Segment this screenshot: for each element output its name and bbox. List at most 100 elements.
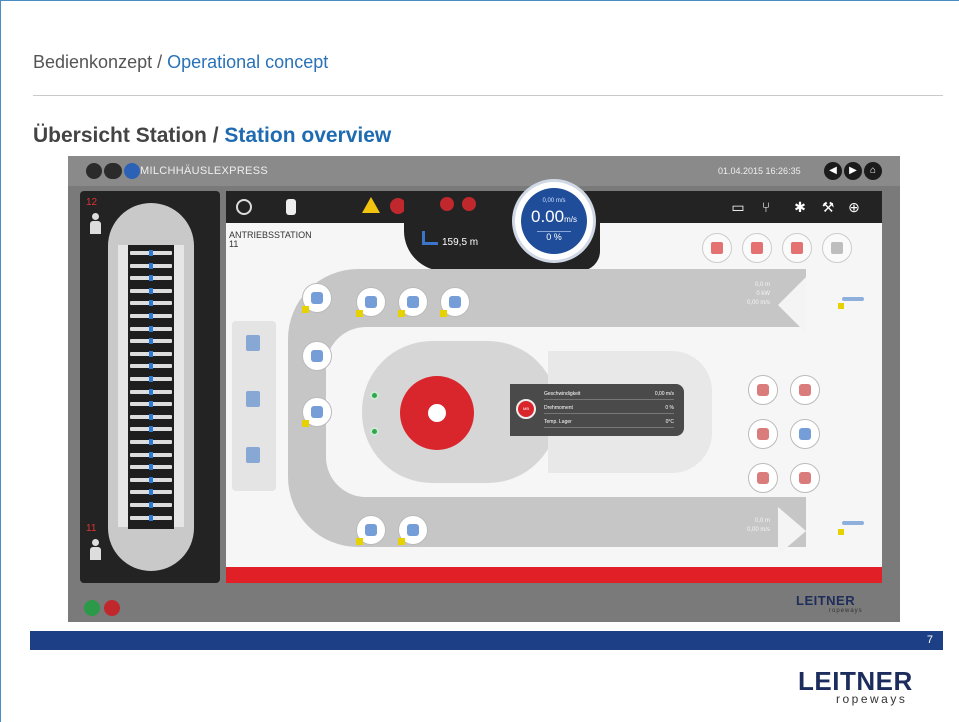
page-title: Übersicht Station / Station overview — [33, 124, 391, 148]
chair-marker — [130, 350, 172, 357]
home-icon[interactable]: ⌂ — [864, 162, 882, 180]
alarm-bar[interactable] — [226, 567, 882, 583]
info-row-torque: Drehmoment 0 % — [544, 402, 674, 414]
door-icon[interactable] — [286, 199, 296, 215]
chair-marker — [130, 413, 172, 420]
brake-disc-icon[interactable] — [790, 463, 820, 493]
glasses-icon[interactable] — [104, 163, 122, 179]
station-label: ANTRIEBSSTATION 11 — [229, 231, 312, 249]
clock-icon[interactable] — [236, 199, 252, 215]
chair-occupancy-dot — [149, 451, 153, 458]
track-bottom-readout: 0,0 m 0,00 m/s — [724, 517, 770, 535]
hmi-screen: MILCHHÄUSLEXPRESS 01.04.2015 16:26:35 ◀ … — [68, 156, 900, 622]
chair-occupancy-dot — [149, 388, 153, 395]
warning-icon[interactable] — [362, 197, 380, 213]
back-icon[interactable]: ◀ — [824, 162, 842, 180]
brake-icon[interactable] — [440, 197, 454, 211]
rope-cut-icon[interactable] — [748, 463, 778, 493]
chair-occupancy-dot — [149, 350, 153, 357]
slide-frame-top — [0, 0, 959, 4]
speed-setpoint: 0,00 m/s — [542, 198, 566, 204]
door-control-button-bottom[interactable] — [356, 515, 386, 545]
footer-bar: 7 — [30, 631, 943, 650]
lightning-status-icon[interactable] — [742, 233, 772, 263]
chair-occupancy-dot — [149, 502, 153, 508]
line-overview-panel: 12 11 — [80, 191, 220, 583]
speed-unit: m/s — [564, 215, 577, 224]
play-icon[interactable]: ▶ — [844, 162, 862, 180]
bullwheel[interactable] — [400, 376, 474, 450]
speed-percent: 0 % — [537, 231, 571, 242]
chair-occupancy-dot — [149, 262, 153, 269]
breadcrumb-separator: / — [152, 52, 168, 72]
divider — [33, 95, 943, 96]
emergency-icon[interactable] — [462, 197, 476, 211]
distance-readout: 159,5 m — [442, 237, 479, 248]
exit-line-icon-bottom[interactable] — [836, 513, 870, 537]
wrench-icon[interactable]: ⚒ — [820, 199, 836, 215]
chair-occupancy-dot — [149, 514, 153, 521]
menu-icon[interactable] — [86, 163, 102, 179]
track-top-line-1: 0,0 m — [754, 282, 770, 288]
status-alarm-icon[interactable] — [104, 600, 120, 616]
sensor-ok-indicator-2 — [370, 427, 379, 436]
station-status-icon[interactable] — [782, 233, 812, 263]
sensor-ok-indicator-1 — [370, 391, 379, 400]
speed-value-wrap: 0.00m/s — [521, 207, 587, 227]
chair-occupancy-dot — [149, 300, 153, 307]
chair-marker — [130, 476, 172, 483]
chair-marker — [130, 451, 172, 458]
chair-marker — [130, 300, 172, 307]
fence-status-icon[interactable] — [822, 233, 852, 263]
breadcrumb-de: Bedienkonzept — [33, 52, 153, 72]
boarding-panel — [232, 321, 276, 491]
hmi-header: MILCHHÄUSLEXPRESS 01.04.2015 16:26:35 ◀ … — [68, 156, 900, 186]
zoom-icon[interactable]: ⊕ — [846, 199, 862, 215]
chair-occupancy-dot — [149, 476, 153, 483]
gear-icon[interactable]: ✱ — [792, 199, 808, 215]
bullwheel-hub — [428, 404, 446, 422]
hand-control-button-bottom[interactable] — [398, 515, 428, 545]
info-temp-label: Temp. Lager — [544, 419, 572, 425]
drive-info-box: MB Geschwindigkeit 0,00 m/s Drehmoment 0… — [510, 384, 684, 436]
info-row-temp: Temp. Lager 0°C — [544, 416, 674, 428]
station-name: ANTRIEBSSTATION — [229, 230, 312, 240]
hand-control-button-4[interactable] — [302, 397, 332, 427]
seated-person-icon[interactable] — [790, 419, 820, 449]
hand-control-button-2[interactable] — [440, 287, 470, 317]
chair-marker — [130, 275, 172, 282]
chair-occupancy-dot — [149, 363, 153, 370]
motor-icon[interactable]: MB — [516, 399, 536, 419]
monitor-icon[interactable]: ▭ — [730, 199, 746, 215]
chair-marker — [130, 363, 172, 370]
chair-warning-icon[interactable] — [790, 375, 820, 405]
lungs-icon[interactable] — [748, 375, 778, 405]
network-icon[interactable]: ⑂ — [758, 199, 774, 215]
battery-status-icon[interactable] — [702, 233, 732, 263]
hand-control-button-1[interactable] — [398, 287, 428, 317]
chair-marker — [130, 464, 172, 471]
chair-occupancy-dot — [149, 439, 153, 445]
hand-control-button-3[interactable] — [302, 341, 332, 371]
gauge-icon[interactable] — [748, 419, 778, 449]
entry-gate-button[interactable] — [302, 283, 332, 313]
person-icon-top — [88, 213, 102, 235]
passenger-icon-1[interactable] — [240, 387, 266, 411]
station-no: 11 — [229, 239, 239, 249]
passenger-icon-2[interactable] — [240, 443, 266, 467]
chair-marker — [130, 325, 172, 332]
chair-marker — [130, 262, 172, 269]
exit-line-icon-top[interactable] — [836, 285, 870, 309]
brand-logo-sub: ropeways — [836, 692, 908, 706]
user-icon[interactable] — [124, 163, 140, 179]
chair-marker — [130, 426, 172, 433]
chair-marker — [130, 338, 172, 345]
boarding-arrow-icon[interactable] — [240, 331, 266, 355]
chair-occupancy-dot — [149, 413, 153, 420]
breadcrumb-en: Operational concept — [167, 52, 329, 72]
status-ok-icon[interactable] — [84, 600, 100, 616]
track-top-line-3: 0,00 m/s — [746, 300, 770, 306]
door-control-button[interactable] — [356, 287, 386, 317]
chair-occupancy-dot — [149, 464, 153, 471]
chair-marker — [130, 250, 172, 256]
